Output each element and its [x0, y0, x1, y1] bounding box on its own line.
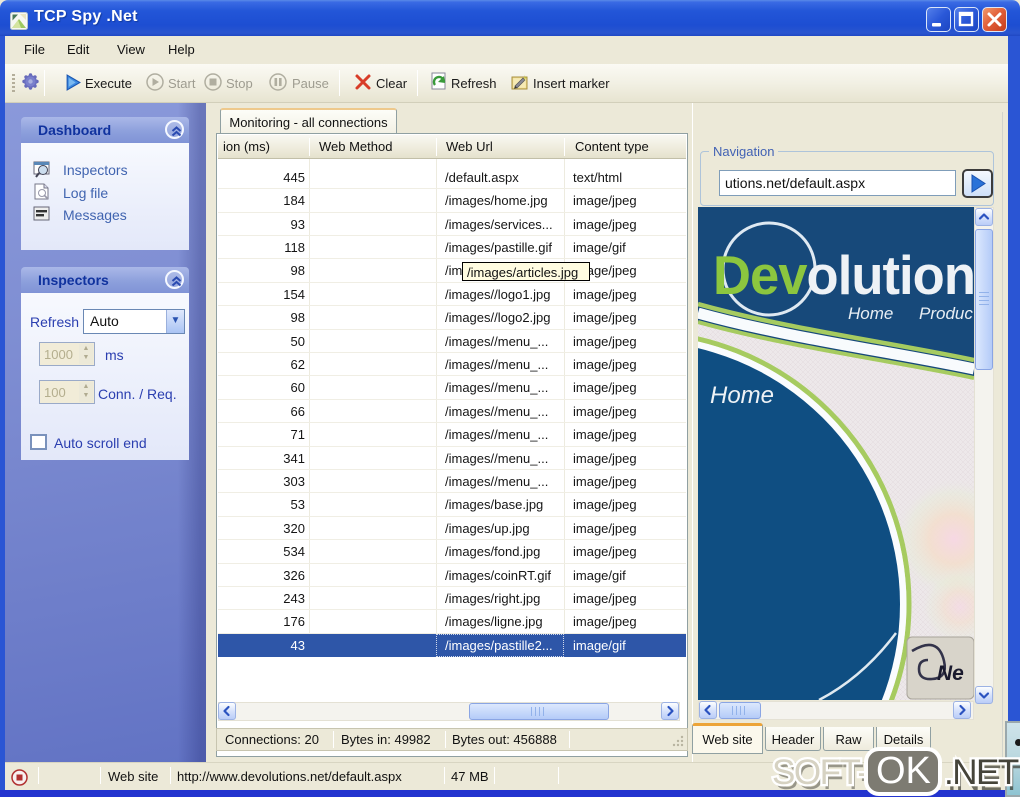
- svg-text:Ne: Ne: [937, 662, 964, 685]
- svg-text:Produc: Produc: [919, 304, 973, 323]
- svg-text:Devolution: Devolution: [713, 244, 974, 306]
- svg-text:Home: Home: [848, 304, 893, 323]
- svg-text:Home: Home: [710, 382, 774, 409]
